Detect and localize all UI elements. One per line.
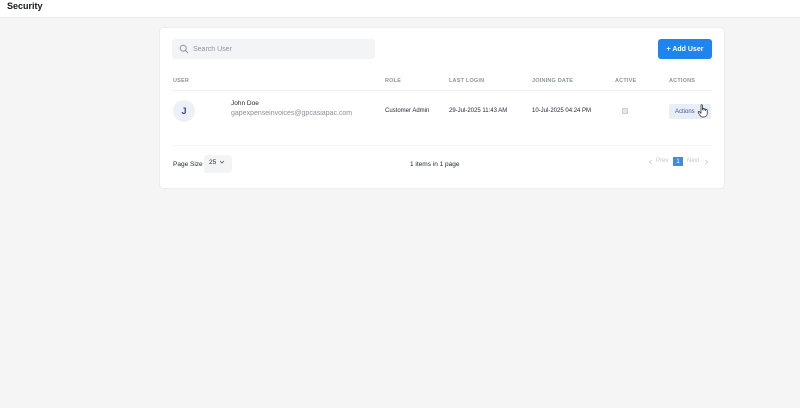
column-header-joining-date: JOINING DATE xyxy=(532,78,574,84)
page-title: Security xyxy=(7,1,43,11)
user-joining-date: 10-Jul-2025 04:24 PM xyxy=(532,108,592,114)
search-input[interactable] xyxy=(193,42,368,56)
avatar: J xyxy=(173,100,195,122)
users-card: + Add User USER ROLE LAST LOGIN JOINING … xyxy=(160,28,724,188)
column-header-last-login: LAST LOGIN xyxy=(449,78,485,84)
header-divider xyxy=(172,90,712,91)
add-user-button[interactable]: + Add User xyxy=(658,39,712,59)
top-bar: Security xyxy=(0,0,800,18)
active-checkbox[interactable] xyxy=(622,108,628,114)
user-name: John Doe xyxy=(231,100,259,107)
column-header-role: ROLE xyxy=(385,78,402,84)
page-size-select[interactable]: 25 xyxy=(204,155,232,173)
user-role: Customer Admin xyxy=(385,108,430,114)
row-divider xyxy=(172,145,712,146)
user-email: gapexpenseinvoices@gpcasiapac.com xyxy=(231,110,353,117)
page-size-label: Page Size xyxy=(173,161,203,168)
search-icon xyxy=(179,44,189,54)
items-info: 1 items in 1 page xyxy=(410,161,460,168)
current-page-button[interactable]: 1 xyxy=(673,157,683,166)
column-header-user: USER xyxy=(173,78,190,84)
column-header-actions: ACTIONS xyxy=(669,78,696,84)
user-last-login: 29-Jul-2025 11:43 AM xyxy=(449,108,508,114)
prev-page-link[interactable]: Prev xyxy=(656,158,668,164)
hand-pointer-icon xyxy=(697,104,708,118)
page-size-value: 25 xyxy=(209,159,217,166)
chevron-right-icon[interactable] xyxy=(704,159,709,165)
next-page-link[interactable]: Next xyxy=(687,158,699,164)
column-header-active: ACTIVE xyxy=(615,78,637,84)
search-box[interactable] xyxy=(172,39,375,59)
chevron-left-icon[interactable] xyxy=(648,159,653,165)
chevron-down-icon xyxy=(219,160,225,164)
